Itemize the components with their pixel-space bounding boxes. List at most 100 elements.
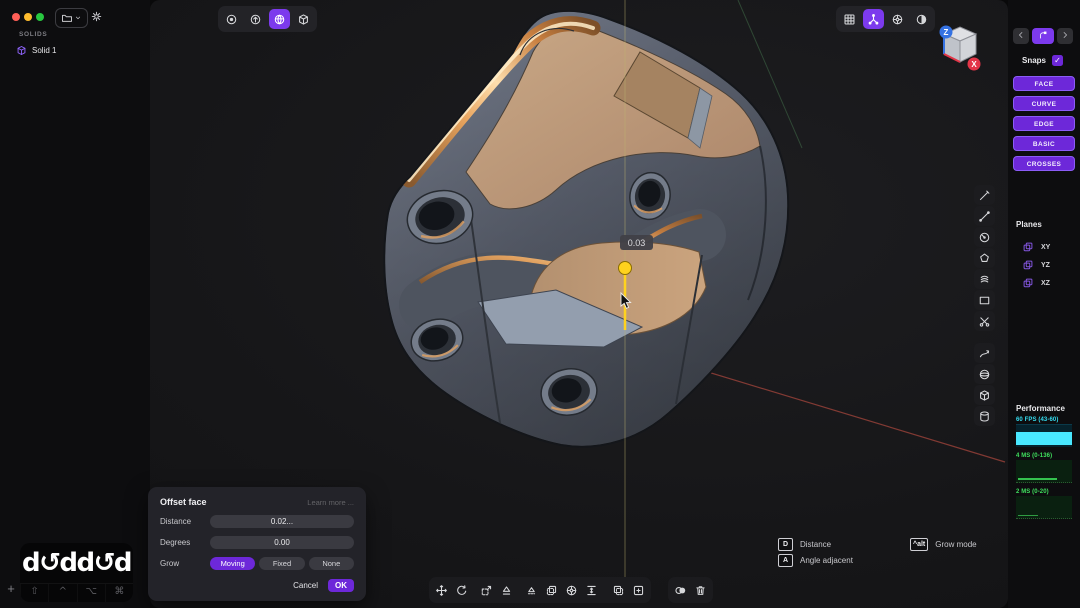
control-icon: ^ [59,586,67,597]
trim-tool-button[interactable] [974,311,995,331]
command-key: ⌘ [105,584,133,602]
basic-snap-button[interactable]: BASIC [1013,136,1075,151]
shift-key: ⇧ [20,584,48,602]
duplicate-button[interactable] [542,580,561,600]
line-tool-button[interactable] [974,206,995,226]
fixed-grow-button[interactable]: Fixed [259,557,304,570]
dialog-field-row: Degrees 0.00 [160,536,354,549]
select-solid-mode-button[interactable] [293,9,314,29]
chevron-down-icon [74,14,82,22]
toggle-visibility-button[interactable] [671,580,690,600]
curve-snap-button[interactable]: CURVE [1013,96,1075,111]
planes-title: Planes [1016,220,1042,229]
rectangle-tool-button[interactable] [974,290,995,310]
axis-x-badge[interactable]: X [968,58,981,71]
spiral-icon [978,273,991,286]
gizmo-button[interactable] [863,9,884,29]
select-point-icon [225,13,238,26]
next-page-button[interactable] [1057,28,1073,44]
grid-button[interactable] [839,9,860,29]
svg-text:Z: Z [944,28,949,37]
isolate-button[interactable] [629,580,648,600]
performance-graph: 60 FPS (43-60) [1016,417,1072,447]
sphere-tool-button[interactable] [974,364,995,384]
modifier-row: ⇧ ^ ⌥ ⌘ [20,583,133,602]
scale-icon [480,584,493,597]
zoom-button[interactable] [36,13,44,21]
solid-cube-icon [16,45,27,56]
trash-icon [694,584,707,597]
ok-button[interactable]: OK [328,579,354,592]
gizmo-handle[interactable] [619,262,632,275]
key-badge: D [778,538,793,551]
move-icon [435,584,448,597]
edge-snap-button[interactable]: EDGE [1013,116,1075,131]
cylinder-tool-button[interactable] [974,406,995,426]
select-edge-mode-button[interactable] [245,9,266,29]
plane-plane-item[interactable]: YZ [1022,256,1050,274]
render-settings-icon [891,13,904,26]
curve-arrow-tool-button[interactable] [974,343,995,363]
prev-page-button[interactable] [1013,28,1029,44]
none-grow-button[interactable]: None [309,557,354,570]
offset-face-button[interactable] [522,580,541,600]
crosses-snap-button[interactable]: CROSSES [1013,156,1075,171]
select-point-mode-button[interactable] [221,9,242,29]
spiral-tool-button[interactable] [974,269,995,289]
shift-icon: ⇧ [30,586,38,597]
trim-icon [978,315,991,328]
extrude-button[interactable] [497,580,516,600]
select-face-mode-button[interactable] [269,9,290,29]
plane-plane-item[interactable]: XZ [1022,274,1050,292]
polygon-tool-button[interactable] [974,248,995,268]
mirror-button[interactable] [609,580,628,600]
option-key: ⌥ [77,584,105,602]
file-menu-button[interactable] [55,8,88,28]
rotate-icon [455,584,468,597]
fillet-button[interactable] [562,580,581,600]
learn-more-link[interactable]: Learn more ... [307,498,354,507]
box-tool-button[interactable] [974,385,995,405]
face-snap-button[interactable]: FACE [1013,76,1075,91]
dialog-title: Offset face [160,497,207,507]
model-solid-1[interactable] [380,0,795,470]
circle-center-tool-button[interactable] [974,227,995,247]
view-cube[interactable]: Z X [936,24,984,72]
snaps-checkbox[interactable]: ✓ [1052,55,1063,66]
minimize-button[interactable] [24,13,32,21]
axis-z-badge[interactable]: Z [940,26,953,39]
curve-pencil-tool-button[interactable] [974,185,995,205]
trash-button[interactable] [691,580,710,600]
grow-label: Grow [160,559,210,568]
moving-grow-button[interactable]: Moving [210,557,255,570]
plane-plane-item[interactable]: XY [1022,238,1050,256]
cancel-button[interactable]: Cancel [293,581,318,590]
rotate-button[interactable] [452,580,471,600]
option-icon: ⌥ [85,586,97,597]
tool-strip [974,185,995,426]
window-controls[interactable] [12,13,44,21]
add-button[interactable]: + [4,581,18,596]
selection-mode-toolbar [218,6,317,32]
close-button[interactable] [12,13,20,21]
thicken-button[interactable] [582,580,601,600]
shading-button[interactable] [911,9,932,29]
move-button[interactable] [432,580,451,600]
select-solid-icon [297,13,310,26]
render-settings-button[interactable] [887,9,908,29]
visibility-toolbar [668,577,713,603]
thicken-icon [585,584,598,597]
cylinder-icon [978,410,991,423]
outliner-item[interactable]: Solid 1 [16,43,56,57]
dialog-field-row: Distance 0.02... [160,515,354,528]
scale-button[interactable] [477,580,496,600]
right-sidebar: Snaps ✓ FACECURVEEDGEBASICCROSSES Planes… [1008,0,1080,608]
distance-tooltip: 0.03 [620,235,653,250]
key-badge: ^alt [910,538,928,551]
snap-set-button[interactable] [1032,28,1054,44]
mirror-icon [612,584,625,597]
settings-button[interactable] [88,10,105,27]
planes-list: XY YZ XZ [1022,238,1050,292]
svg-text:0.03: 0.03 [628,238,646,248]
keystroke-text: d↺dd↺d [20,543,133,583]
